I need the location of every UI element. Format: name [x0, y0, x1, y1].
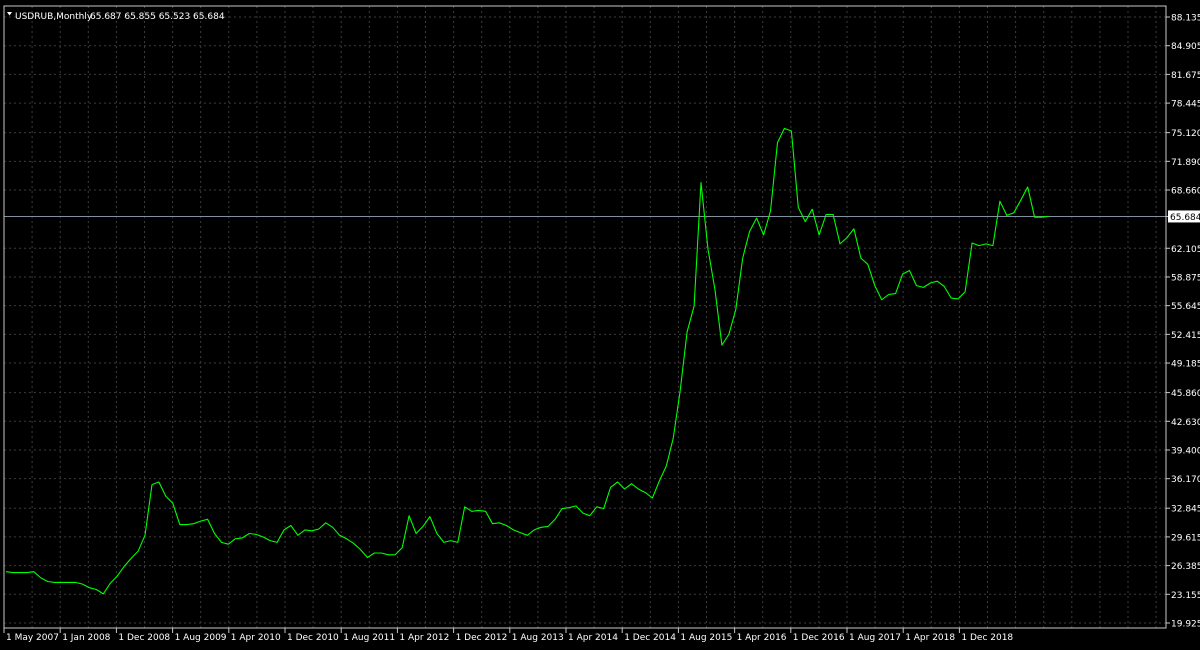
price-tick-label: 68.660 [1171, 187, 1200, 197]
price-tick-label: 88.135 [1171, 14, 1200, 24]
price-tick-label: 58.875 [1171, 273, 1200, 283]
price-tick-label: 36.170 [1171, 475, 1200, 485]
price-tick-label: 45.860 [1171, 389, 1200, 399]
time-tick-label: 1 Apr 2014 [568, 633, 618, 643]
chart-axes [3, 5, 1167, 629]
ohlc-values: 65.687 65.855 65.523 65.684 [90, 12, 225, 22]
price-tick-label: 19.925 [1171, 620, 1200, 630]
time-scale[interactable]: 1 May 2007 1 Jan 2008 1 Dec 2008 1 Aug 2009… [3, 628, 1013, 643]
time-tick-label: 1 Jan 2008 [62, 633, 110, 643]
chart-canvas[interactable]: 88.135 84.905 81.675 78.445 75.120 71.890 68.6… [0, 0, 1200, 650]
price-chart[interactable]: 88.135 84.905 81.675 78.445 75.120 71.890 68.6… [0, 0, 1200, 650]
time-tick-label: 1 Aug 2015 [680, 633, 732, 643]
time-tick-label: 1 Apr 2018 [905, 633, 955, 643]
price-tick-label: 39.400 [1171, 446, 1200, 456]
price-tick-label: 29.615 [1171, 533, 1200, 543]
time-tick-label: 1 Dec 2016 [793, 633, 845, 643]
chart-grid [4, 6, 1166, 628]
price-tick-label: 32.845 [1171, 505, 1200, 515]
time-tick-label: 1 Apr 2010 [231, 633, 281, 643]
price-tick-label: 81.675 [1171, 71, 1200, 81]
time-tick-label: 1 Aug 2017 [849, 633, 901, 643]
time-tick-label: 1 Apr 2016 [737, 633, 787, 643]
price-tick-label: 78.445 [1171, 100, 1200, 110]
time-tick-label: 1 Dec 2012 [456, 633, 508, 643]
time-tick-label: 1 May 2007 [6, 633, 59, 643]
price-tick-label: 75.120 [1171, 129, 1200, 139]
price-tick-label: 49.185 [1171, 360, 1200, 370]
price-tick-label: 55.645 [1171, 302, 1200, 312]
time-tick-label: 1 Dec 2008 [118, 633, 170, 643]
symbol-dropdown-icon[interactable] [7, 12, 12, 16]
chart-header: USDRUB,Monthly 65.687 65.855 65.523 65.6… [7, 12, 225, 22]
time-tick-label: 1 Aug 2011 [343, 633, 395, 643]
price-tick-label: 42.630 [1171, 418, 1200, 428]
usdrub-series [5, 127, 1049, 595]
price-tick-label: 52.415 [1171, 331, 1200, 341]
symbol-label: USDRUB,Monthly [15, 12, 93, 22]
time-tick-label: 1 Aug 2013 [512, 633, 564, 643]
time-tick-label: 1 Dec 2018 [961, 633, 1013, 643]
plot-frame [3, 5, 1167, 629]
series-line [5, 127, 1049, 595]
price-tick-label: 23.155 [1171, 591, 1200, 601]
time-tick-label: 1 Apr 2012 [399, 633, 449, 643]
price-tick-label: 26.385 [1171, 562, 1200, 572]
price-tick-label: 62.105 [1171, 245, 1200, 255]
time-tick-label: 1 Dec 2010 [287, 633, 339, 643]
time-tick-label: 1 Aug 2009 [175, 633, 227, 643]
price-tick-label: 84.905 [1171, 42, 1200, 52]
price-tick-label: 71.890 [1171, 158, 1200, 168]
price-scale[interactable]: 88.135 84.905 81.675 78.445 75.120 71.890 68.6… [1166, 14, 1200, 630]
current-price-label: 65.684 [1170, 213, 1200, 223]
time-tick-label: 1 Dec 2014 [624, 633, 676, 643]
